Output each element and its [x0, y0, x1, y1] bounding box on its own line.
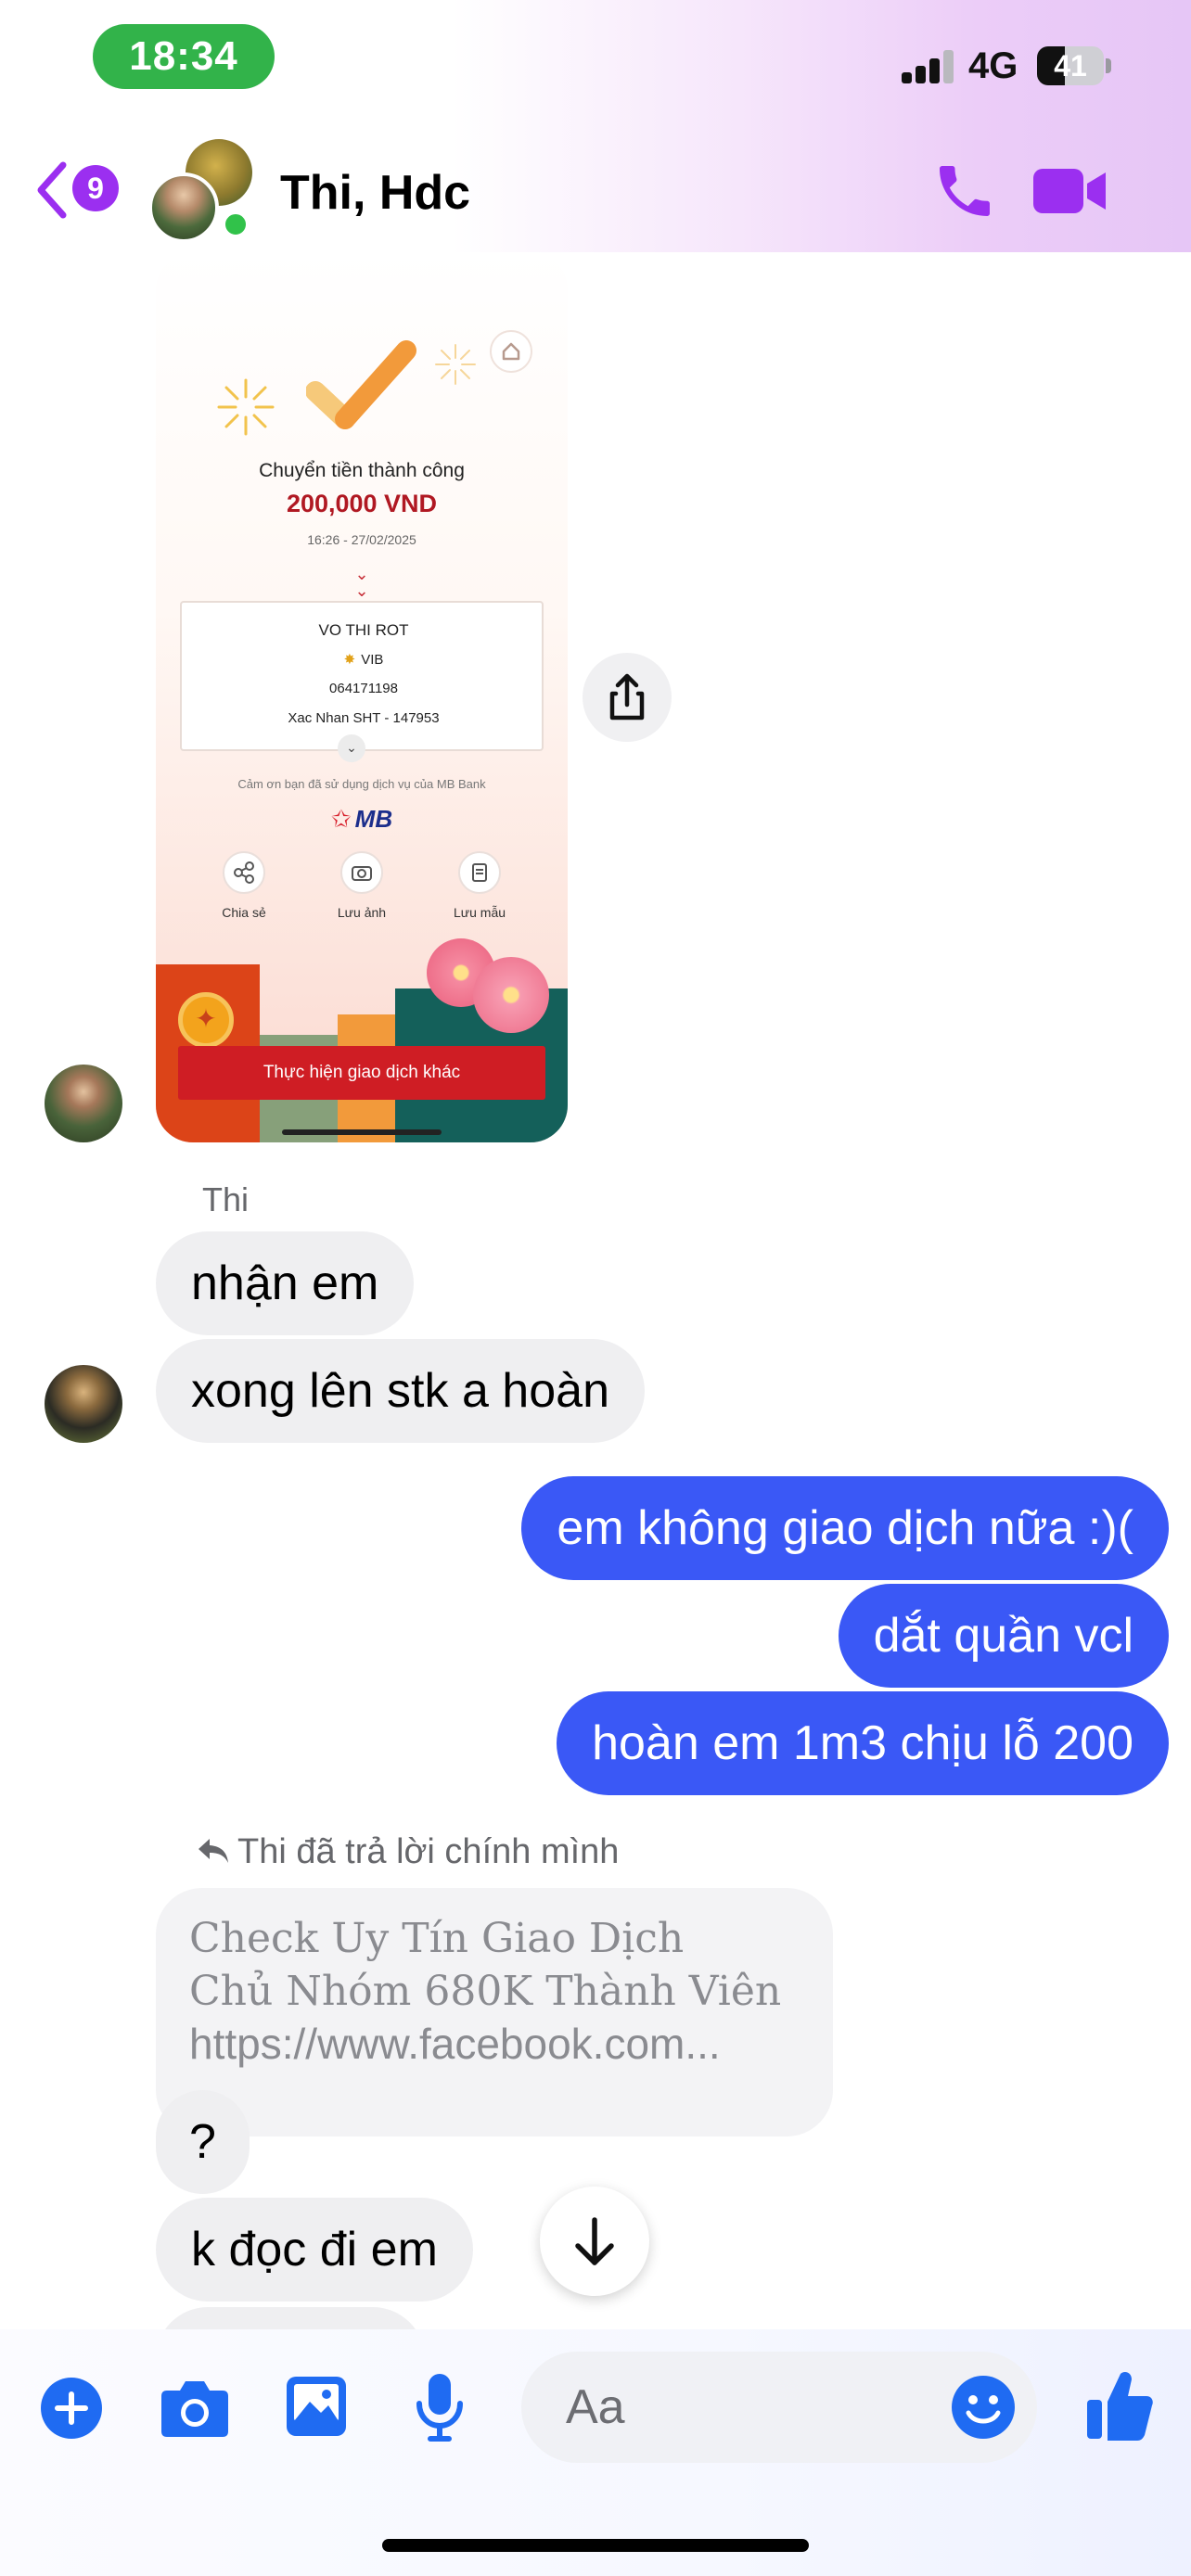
outgoing-message[interactable]: em không giao dịch nữa :)(	[521, 1476, 1169, 1580]
flower-icon	[473, 957, 549, 1033]
document-icon	[458, 851, 501, 894]
coin-icon: ✦	[178, 992, 234, 1048]
outgoing-message[interactable]: dắt quần vcl	[838, 1584, 1169, 1688]
signal-icon	[902, 50, 957, 83]
video-call-button[interactable]	[1031, 163, 1109, 219]
incoming-message[interactable]: nhận em	[156, 1231, 415, 1335]
new-transaction-button: Thực hiện giao dịch khác	[178, 1046, 545, 1100]
receipt-action-label: Lưu mẫu	[453, 905, 506, 920]
message-input-placeholder: Aa	[566, 2380, 625, 2434]
back-button[interactable]: 9	[33, 158, 126, 223]
thumbs-up-icon[interactable]	[1083, 2366, 1156, 2444]
scroll-to-bottom-button[interactable]	[540, 2187, 649, 2296]
incoming-message[interactable]: ?	[156, 2090, 250, 2194]
receipt-action-label: Chia sẻ	[222, 905, 266, 920]
star-logo-icon: ✩	[330, 805, 352, 833]
recipient-card: VO THI ROT ✸ VIB 064171198 Xac Nhan SHT -…	[180, 601, 544, 751]
network-label: 4G	[968, 45, 1018, 86]
share-nodes-icon	[223, 851, 265, 894]
incoming-message[interactable]: k đọc đi em	[156, 2198, 473, 2302]
transfer-status: Chuyển tiền thành công	[259, 460, 465, 481]
home-icon	[490, 330, 532, 373]
unread-badge: 9	[72, 165, 119, 211]
outgoing-message[interactable]: hoàn em 1m3 chịu lỗ 200	[557, 1691, 1169, 1795]
back-chevron-icon	[37, 161, 67, 219]
battery-icon: 41	[1037, 46, 1111, 85]
avatar[interactable]	[45, 1065, 122, 1142]
quoted-link: https://www.facebook.com...	[189, 2020, 721, 2068]
firework-icon	[217, 378, 275, 436]
quoted-line: Check Uy Tín Giao Dịch	[189, 1915, 685, 1962]
status-time: 18:34	[93, 24, 275, 89]
receipt-home-indicator	[282, 1129, 442, 1135]
reply-indicator: Thi đã trả lời chính mình	[195, 1829, 619, 1875]
transfer-datetime: 16:26 - 27/02/2025	[307, 532, 416, 547]
plus-icon[interactable]	[39, 2376, 104, 2441]
online-indicator	[221, 210, 250, 239]
battery-level: 41	[1054, 49, 1087, 83]
account-number: 064171198	[329, 681, 398, 696]
camera-outline-icon	[340, 851, 383, 894]
share-button[interactable]	[583, 653, 672, 742]
video-camera-icon	[1033, 169, 1106, 213]
receipt-share-action: Chia sẻ	[193, 851, 295, 920]
bank-logo-text: MB	[354, 805, 393, 833]
shared-receipt-image[interactable]: Chuyển tiền thành công 200,000 VND 16:26…	[156, 252, 568, 1142]
microphone-icon[interactable]	[412, 2370, 467, 2444]
scroll-down-arrow-icon	[575, 2217, 614, 2265]
recipient-bank-name: VIB	[361, 652, 384, 668]
transfer-amount: 200,000 VND	[286, 490, 438, 517]
expand-chevron-icon: ⌄	[338, 734, 365, 762]
chevron-down-icon: ⌄ ⌄	[354, 565, 369, 600]
quoted-line: Chủ Nhóm 680K Thành Viên	[189, 1968, 782, 2015]
group-avatar[interactable]	[148, 139, 258, 243]
bank-logo-icon: ✸	[343, 652, 356, 668]
sender-name: Thi	[202, 1180, 250, 1218]
receipt-save-template-action: Lưu mẫu	[429, 851, 531, 920]
share-icon	[609, 673, 645, 721]
reply-indicator-text: Thi đã trả lời chính mình	[237, 1832, 620, 1871]
recipient-name: VO THI ROT	[318, 621, 409, 639]
transfer-memo: Xac Nhan SHT - 147953	[288, 710, 440, 726]
gallery-icon[interactable]	[284, 2374, 349, 2439]
firework-icon	[435, 344, 476, 385]
mb-bank-logo: ✩ MB	[156, 805, 568, 834]
receipt-save-image-action: Lưu ảnh	[311, 851, 413, 920]
quoted-message[interactable]: Check Uy Tín Giao Dịch Chủ Nhóm 680K Thà…	[156, 1888, 833, 2136]
avatar	[148, 172, 219, 243]
incoming-message[interactable]: xong lên stk a hoàn	[156, 1339, 645, 1443]
receipt-action-label: Lưu ảnh	[337, 905, 387, 920]
avatar[interactable]	[45, 1365, 122, 1443]
chat-title[interactable]: Thi, Hdc	[280, 165, 470, 221]
reply-arrow-icon	[198, 1839, 228, 1863]
thanks-text: Cảm ơn bạn đã sử dụng dịch vụ của MB Ban…	[237, 777, 486, 791]
phone-icon	[940, 166, 990, 216]
success-check-icon	[306, 340, 416, 429]
emoji-icon[interactable]	[950, 2374, 1017, 2441]
recipient-bank: ✸ VIB	[182, 651, 545, 668]
home-indicator	[382, 2539, 809, 2552]
camera-icon[interactable]	[158, 2374, 232, 2442]
audio-call-button[interactable]	[931, 158, 998, 224]
